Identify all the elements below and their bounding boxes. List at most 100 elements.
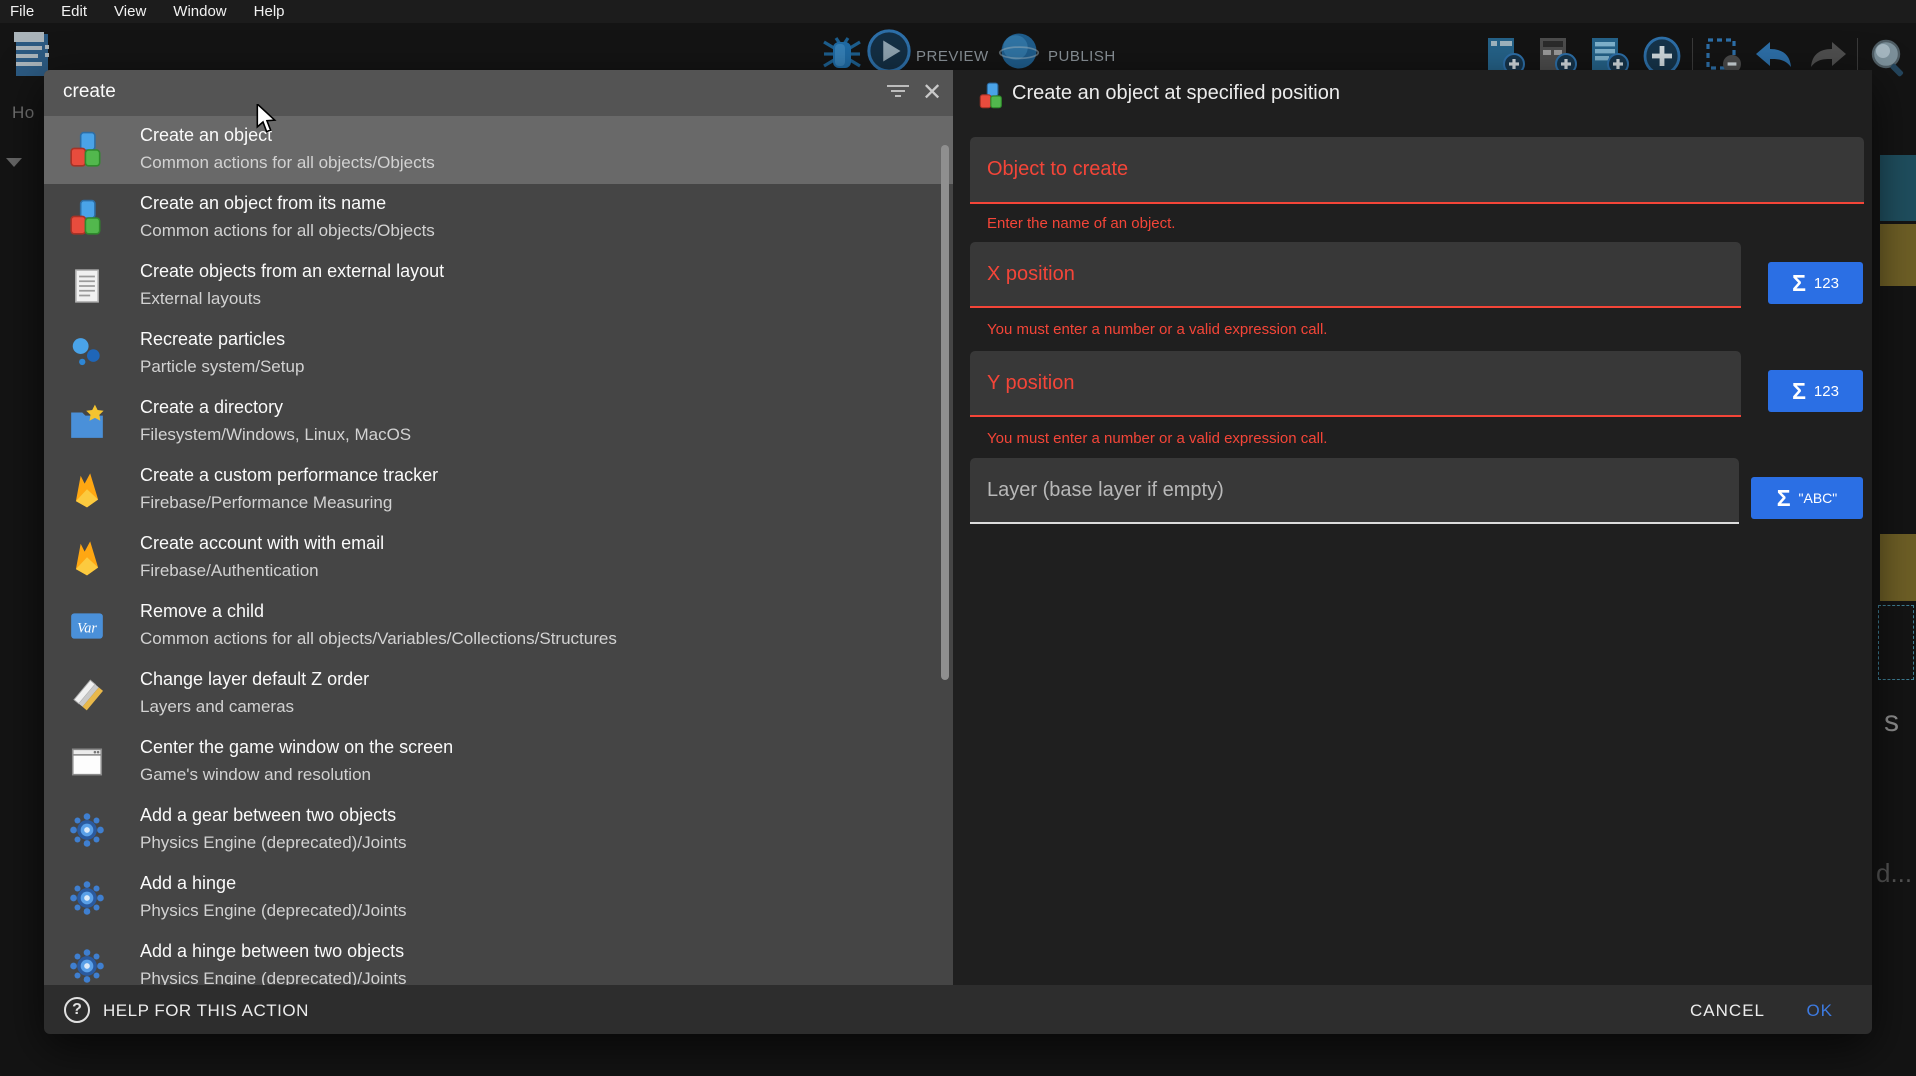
action-subtitle: Physics Engine (deprecated)/Joints — [140, 833, 406, 853]
game-window-icon — [68, 743, 106, 781]
menu-view[interactable]: View — [114, 3, 146, 20]
action-title: Add a hinge between two objects — [140, 941, 404, 962]
y-position-field[interactable]: Y position — [970, 351, 1741, 417]
toolbar-separator — [1857, 38, 1858, 74]
panel-title: Create an object at specified position — [1012, 82, 1340, 105]
list-item[interactable]: Add a gear between two objects Physics E… — [44, 796, 953, 864]
menu-window[interactable]: Window — [173, 3, 226, 20]
svg-text:Var: Var — [77, 620, 97, 636]
list-item[interactable]: Var Remove a child Common actions for al… — [44, 592, 953, 660]
list-item[interactable]: Create an object from its name Common ac… — [44, 184, 953, 252]
action-title: Remove a child — [140, 601, 264, 622]
preview-button[interactable]: PREVIEW — [916, 48, 989, 65]
objects-cubes-icon — [978, 82, 1006, 110]
list-item[interactable]: Create a custom performance tracker Fire… — [44, 456, 953, 524]
firebase-flame-icon — [68, 471, 106, 509]
search-bar[interactable]: create ✕ — [44, 70, 953, 116]
y-position-placeholder: Y position — [987, 372, 1074, 395]
action-subtitle: Game's window and resolution — [140, 765, 371, 785]
menu-file[interactable]: File — [10, 3, 34, 20]
parameters-pane: Create an object at specified position O… — [953, 70, 1872, 985]
physics-gear-icon — [68, 879, 106, 917]
chevron-down-icon[interactable] — [6, 158, 22, 167]
toolbar-separator — [1692, 38, 1693, 74]
sigma-icon: Σ — [1792, 270, 1806, 297]
dialog-footer: ? HELP FOR THIS ACTION CANCEL OK — [44, 985, 1872, 1034]
external-layout-icon — [68, 267, 106, 305]
ok-button[interactable]: OK — [1806, 1001, 1833, 1021]
expression-button-label: "ABC" — [1799, 490, 1838, 506]
instruction-editor-dialog: create ✕ Create an object Common actions… — [44, 70, 1872, 1034]
sigma-icon: Σ — [1792, 378, 1806, 405]
list-item[interactable]: Create objects from an external layout E… — [44, 252, 953, 320]
action-list-pane: create ✕ Create an object Common actions… — [44, 70, 953, 985]
list-item[interactable]: Recreate particles Particle system/Setup — [44, 320, 953, 388]
object-field-helper: Enter the name of an object. — [987, 215, 1175, 232]
action-title: Create an object — [140, 125, 272, 146]
action-subtitle: Physics Engine (deprecated)/Joints — [140, 969, 406, 985]
search-icon[interactable] — [1866, 36, 1910, 78]
scene-object-olive — [1880, 224, 1916, 286]
x-position-field[interactable]: X position — [970, 242, 1741, 308]
list-item[interactable]: Change layer default Z order Layers and … — [44, 660, 953, 728]
x-expression-button[interactable]: Σ 123 — [1768, 262, 1863, 304]
publish-globe-icon[interactable] — [998, 30, 1040, 72]
action-subtitle: Common actions for all objects/Objects — [140, 153, 435, 173]
action-title: Recreate particles — [140, 329, 285, 350]
action-subtitle: Firebase/Performance Measuring — [140, 493, 392, 513]
action-subtitle: Filesystem/Windows, Linux, MacOS — [140, 425, 411, 445]
list-item[interactable]: Create a directory Filesystem/Windows, L… — [44, 388, 953, 456]
layer-expression-button[interactable]: Σ "ABC" — [1751, 477, 1863, 519]
cancel-button[interactable]: CANCEL — [1690, 1001, 1765, 1021]
x-field-error: You must enter a number or a valid expre… — [987, 321, 1327, 338]
particles-icon — [68, 335, 106, 373]
list-scrollbar[interactable] — [941, 145, 949, 680]
action-list: Create an object Common actions for all … — [44, 116, 953, 985]
expression-button-label: 123 — [1814, 383, 1839, 400]
action-subtitle: Particle system/Setup — [140, 357, 304, 377]
preview-play-icon[interactable] — [866, 28, 912, 74]
list-item[interactable]: Center the game window on the screen Gam… — [44, 728, 953, 796]
filter-icon[interactable] — [886, 85, 910, 101]
variable-icon: Var — [68, 607, 106, 645]
object-to-create-field[interactable]: Object to create — [970, 137, 1864, 204]
scene-text-fragment: s — [1884, 705, 1899, 739]
action-title: Create account with with email — [140, 533, 384, 554]
scene-object-teal — [1880, 155, 1916, 221]
objects-cubes-icon — [68, 131, 106, 169]
publish-button[interactable]: PUBLISH — [1048, 48, 1116, 65]
help-question-icon: ? — [64, 997, 90, 1023]
list-item[interactable]: Create account with with email Firebase/… — [44, 524, 953, 592]
action-subtitle: External layouts — [140, 289, 261, 309]
home-tab-partial[interactable]: Ho — [12, 103, 35, 123]
action-title: Change layer default Z order — [140, 669, 369, 690]
search-input[interactable]: create — [63, 81, 116, 103]
mouse-cursor — [254, 104, 278, 134]
action-title: Create a directory — [140, 397, 283, 418]
object-to-create-placeholder: Object to create — [987, 158, 1128, 181]
y-expression-button[interactable]: Σ 123 — [1768, 370, 1863, 412]
layer-field[interactable]: Layer (base layer if empty) — [970, 458, 1739, 524]
action-subtitle: Common actions for all objects/Variables… — [140, 629, 617, 649]
layer-placeholder: Layer (base layer if empty) — [987, 479, 1224, 502]
action-title: Create objects from an external layout — [140, 261, 444, 282]
help-for-this-action-button[interactable]: HELP FOR THIS ACTION — [103, 1001, 309, 1021]
app-window: File Edit View Window Help Ho PREVIEW — [0, 0, 1916, 1076]
layer-eraser-icon — [68, 675, 106, 713]
scene-text-fragment: d... — [1876, 858, 1912, 889]
physics-gear-icon — [68, 947, 106, 985]
action-subtitle: Firebase/Authentication — [140, 561, 319, 581]
x-position-placeholder: X position — [987, 263, 1075, 286]
menu-edit[interactable]: Edit — [61, 3, 87, 20]
list-item[interactable]: Create an object Common actions for all … — [44, 116, 953, 184]
action-title: Add a gear between two objects — [140, 805, 396, 826]
y-field-error: You must enter a number or a valid expre… — [987, 430, 1327, 447]
list-item[interactable]: Add a hinge Physics Engine (deprecated)/… — [44, 864, 953, 932]
expression-button-label: 123 — [1814, 275, 1839, 292]
action-title: Create an object from its name — [140, 193, 386, 214]
menu-help[interactable]: Help — [254, 3, 285, 20]
action-subtitle: Layers and cameras — [140, 697, 294, 717]
action-title: Create a custom performance tracker — [140, 465, 438, 486]
close-icon[interactable]: ✕ — [922, 78, 942, 107]
list-item[interactable]: Add a hinge between two objects Physics … — [44, 932, 953, 985]
